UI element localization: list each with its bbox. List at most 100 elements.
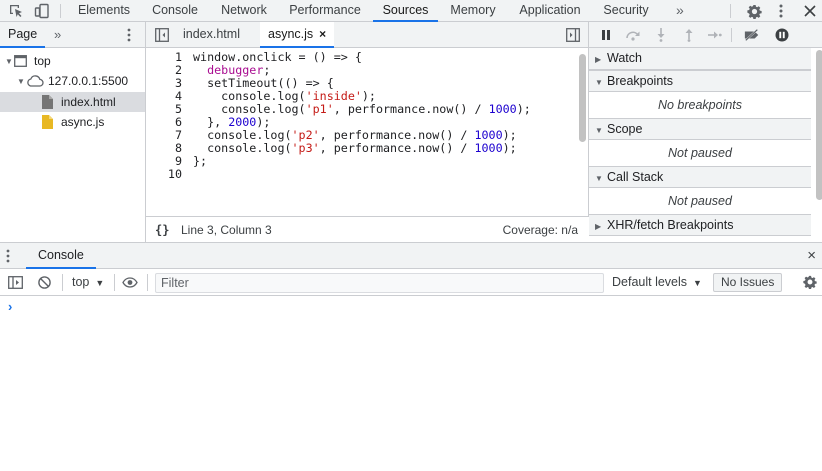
inspect-icon[interactable] — [5, 0, 27, 22]
section-scope[interactable]: ▼ Scope — [589, 118, 811, 140]
tree-item-label: 127.0.0.1:5500 — [48, 74, 129, 88]
console-output[interactable]: › — [0, 296, 822, 471]
tab-memory[interactable]: Memory — [445, 0, 501, 22]
editor-tab-label: async.js — [268, 27, 314, 41]
navigator-header: Page » — [0, 22, 145, 48]
close-icon[interactable] — [799, 0, 821, 22]
editor-tab-async-js[interactable]: async.js × — [260, 22, 335, 48]
section-title: Call Stack — [607, 170, 664, 184]
more-tabs-icon[interactable]: » — [676, 0, 690, 22]
dropdown-caret-icon: ▼ — [693, 278, 702, 288]
log-levels-dropdown[interactable]: Default levels ▼ — [612, 269, 702, 297]
tree-item-file[interactable]: async.js — [0, 112, 145, 132]
expand-arrow-icon: ▶ — [595, 55, 602, 64]
kebab-icon[interactable] — [6, 243, 10, 269]
device-toolbar-icon[interactable] — [31, 0, 53, 22]
section-title: Scope — [607, 122, 643, 136]
kebab-icon[interactable] — [770, 0, 792, 22]
editor-scrollbar[interactable] — [579, 54, 586, 142]
code-area[interactable]: 1 2 3 4 5 6 7 8 9 10 window.onclick = ()… — [146, 48, 589, 216]
section-watch[interactable]: ▶ Watch — [589, 48, 811, 70]
cursor-position: Line 3, Column 3 — [181, 223, 272, 237]
clear-console-icon[interactable] — [36, 274, 52, 290]
expand-arrow-icon: ▶ — [595, 222, 602, 231]
section-call-stack[interactable]: ▼ Call Stack — [589, 166, 811, 188]
toolbar-divider — [730, 4, 731, 18]
section-title: XHR/fetch Breakpoints — [607, 218, 734, 232]
tree-item-host[interactable]: ▼ 127.0.0.1:5500 — [0, 71, 145, 91]
scope-status-text: Not paused — [668, 146, 732, 160]
expand-arrow-icon[interactable]: ▼ — [4, 57, 14, 66]
tab-console[interactable]: Console — [145, 0, 205, 22]
debugger-toggle-icon[interactable] — [566, 28, 580, 45]
navigator-toggle-icon[interactable] — [155, 28, 169, 45]
tab-application[interactable]: Application — [513, 0, 587, 22]
pause-on-exceptions-icon[interactable] — [774, 27, 790, 43]
step-out-icon[interactable] — [681, 27, 697, 43]
toolbar-divider — [114, 274, 115, 291]
filter-input[interactable] — [155, 273, 604, 293]
tree-item-label: top — [34, 54, 51, 68]
frame-icon — [14, 55, 32, 67]
gear-icon[interactable] — [802, 274, 818, 290]
section-title: Breakpoints — [607, 74, 674, 88]
expand-arrow-icon[interactable]: ▼ — [16, 77, 26, 86]
toolbar-divider — [62, 274, 63, 291]
step-over-icon[interactable] — [625, 27, 641, 43]
file-icon — [42, 95, 61, 109]
deactivate-breakpoints-icon[interactable] — [744, 27, 760, 43]
tab-security[interactable]: Security — [598, 0, 654, 22]
coverage-status: Coverage: n/a — [502, 223, 578, 237]
tree-item-file[interactable]: index.html — [0, 92, 145, 112]
debugger-sidebar: ▶ Watch ▼ Breakpoints No breakpoints ▼ Scop… — [589, 22, 822, 242]
line-number[interactable]: 10 — [146, 168, 182, 181]
tree-item-label: async.js — [61, 115, 105, 129]
toolbar-divider — [60, 4, 61, 18]
toolbar-divider — [731, 28, 732, 42]
kebab-icon[interactable] — [122, 22, 136, 48]
step-into-icon[interactable] — [653, 27, 669, 43]
drawer-tab-console[interactable]: Console — [26, 243, 96, 269]
close-tab-icon[interactable]: × — [319, 27, 326, 41]
navigator-pane: Page » ▼ top ▼ 127.0.0.1:5500 index.html… — [0, 22, 146, 242]
pause-icon[interactable] — [598, 27, 614, 43]
tree-item-top[interactable]: ▼ top — [0, 51, 145, 71]
tab-sources[interactable]: Sources — [373, 0, 438, 22]
sidebar-toggle-icon[interactable] — [7, 274, 23, 290]
code-line: }; — [193, 154, 208, 168]
tab-elements[interactable]: Elements — [72, 0, 136, 22]
editor-tab-index-html[interactable]: index.html — [183, 22, 240, 48]
editor-tab-strip: index.html async.js × — [146, 22, 588, 48]
tree-item-label: index.html — [61, 95, 116, 109]
section-breakpoints[interactable]: ▼ Breakpoints — [589, 70, 811, 92]
context-label: top — [72, 275, 90, 289]
collapse-arrow-icon: ▼ — [595, 126, 603, 135]
code-line: console.log('p3', performance.now() / 10… — [193, 141, 517, 155]
issues-button[interactable]: No Issues — [713, 273, 783, 292]
context-selector[interactable]: top ▼ — [72, 269, 104, 297]
eye-icon[interactable] — [122, 274, 138, 290]
tab-page[interactable]: Page — [0, 22, 46, 48]
devtools-toolbar: Elements Console Network Performance Sou… — [0, 0, 822, 22]
js-file-icon — [42, 115, 61, 129]
step-icon[interactable] — [707, 27, 723, 43]
console-prompt-icon[interactable]: › — [8, 299, 12, 314]
breakpoints-empty-text: No breakpoints — [657, 98, 743, 112]
line-gutter[interactable]: 1 2 3 4 5 6 7 8 9 10 — [146, 48, 184, 216]
tab-performance[interactable]: Performance — [283, 0, 367, 22]
debugger-scrollbar[interactable] — [816, 50, 822, 200]
drawer-header: Console × — [0, 242, 822, 269]
tab-network[interactable]: Network — [213, 0, 275, 22]
gear-icon[interactable] — [743, 0, 765, 22]
section-xhr-breakpoints[interactable]: ▶ XHR/fetch Breakpoints — [589, 214, 811, 236]
source-editor: index.html async.js × 1 2 3 4 5 6 7 8 9 1… — [146, 22, 589, 242]
section-title: Watch — [607, 51, 642, 65]
console-toolbar: top ▼ Default levels ▼ No Issues — [0, 269, 822, 296]
collapse-arrow-icon: ▼ — [595, 174, 603, 183]
pretty-print-button[interactable]: {} — [155, 223, 169, 237]
toolbar-divider — [147, 274, 148, 291]
more-navigator-tabs-icon[interactable]: » — [54, 22, 61, 48]
log-levels-label: Default levels — [612, 275, 688, 289]
close-drawer-icon[interactable]: × — [807, 243, 816, 269]
debugger-toolbar — [589, 22, 822, 48]
